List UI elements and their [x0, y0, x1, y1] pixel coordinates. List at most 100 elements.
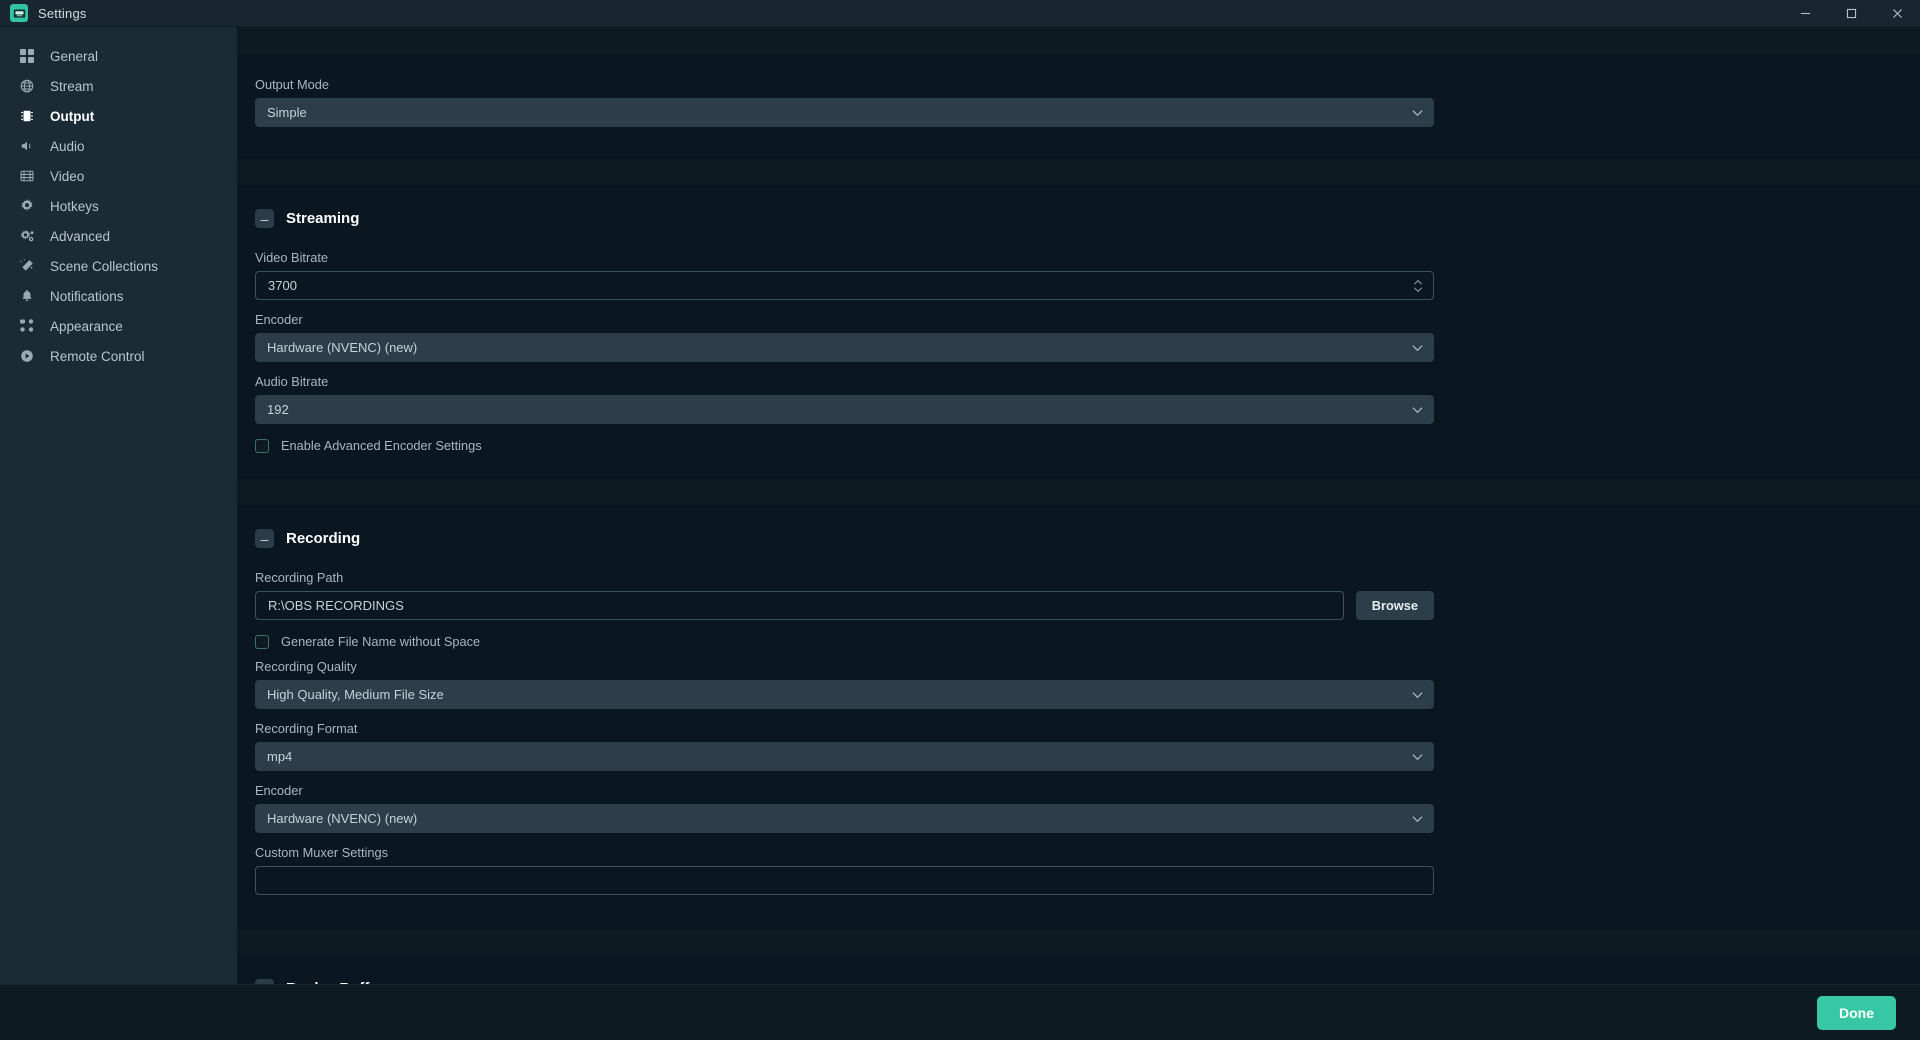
browse-button[interactable]: Browse [1355, 591, 1434, 620]
streaming-section-header: – Streaming [237, 209, 1920, 228]
sidebar-item-label: Video [50, 168, 85, 184]
obs-logo-icon [10, 4, 28, 22]
generate-filename-without-space-label: Generate File Name without Space [281, 634, 481, 649]
window-controls [1782, 0, 1920, 26]
custom-muxer-settings-label: Custom Muxer Settings [255, 845, 388, 860]
recording-encoder-field: Encoder Hardware (NVENC) (new) [255, 783, 1434, 833]
recording-path-field: Recording Path R:\OBS RECORDINGS Browse [255, 570, 1434, 620]
video-bitrate-input[interactable]: 3700 [255, 271, 1434, 300]
recording-section-header: – Recording [237, 529, 1920, 548]
audio-bitrate-field: Audio Bitrate 192 [255, 374, 1434, 424]
sidebar-item-label: Audio [50, 138, 85, 154]
recording-format-field: Recording Format mp4 [255, 721, 1434, 771]
dialog-footer: Done [0, 984, 1920, 1040]
window-body: General Stream Output Audio Video Hotkey… [0, 27, 1920, 984]
chevron-down-icon [1412, 815, 1423, 822]
minimize-icon[interactable] [1782, 0, 1828, 26]
gears-icon [18, 227, 36, 245]
recording-card: – Recording Recording Path R:\OBS RECORD… [237, 505, 1920, 929]
recording-format-select[interactable]: mp4 [255, 742, 1434, 771]
sidebar-item-label: Advanced [50, 228, 111, 244]
bell-icon [18, 287, 36, 305]
settings-sidebar: General Stream Output Audio Video Hotkey… [0, 27, 237, 984]
collapse-toggle-streaming[interactable]: – [255, 209, 274, 228]
collapse-toggle-replay-buffer[interactable]: – [255, 979, 274, 984]
advanced-encoder-settings-checkbox-row[interactable]: Enable Advanced Encoder Settings [255, 438, 1434, 453]
sidebar-item-label: Output [50, 108, 95, 124]
chevron-down-icon [1412, 109, 1423, 116]
sidebar-item-stream[interactable]: Stream [0, 71, 237, 101]
streaming-encoder-value: Hardware (NVENC) (new) [267, 340, 418, 355]
streaming-encoder-field: Encoder Hardware (NVENC) (new) [255, 312, 1434, 362]
recording-path-value: R:\OBS RECORDINGS [268, 598, 404, 613]
generate-filename-without-space-checkbox-row[interactable]: Generate File Name without Space [255, 634, 1434, 649]
output-mode-label: Output Mode [255, 77, 329, 92]
advanced-encoder-settings-label: Enable Advanced Encoder Settings [281, 438, 482, 453]
audio-bitrate-value: 192 [267, 402, 289, 417]
streaming-encoder-label: Encoder [255, 312, 303, 327]
done-button[interactable]: Done [1817, 995, 1896, 1030]
sidebar-item-label: Hotkeys [50, 198, 99, 214]
chevron-down-icon [1412, 691, 1423, 698]
sidebar-item-notifications[interactable]: Notifications [0, 281, 237, 311]
magic-wand-icon [18, 257, 36, 275]
gear-icon [18, 197, 36, 215]
sidebar-item-video[interactable]: Video [0, 161, 237, 191]
film-icon [18, 167, 36, 185]
replay-buffer-card: – Replay Buffer Enable Replay Buffer [237, 955, 1920, 984]
sidebar-item-output[interactable]: Output [0, 101, 237, 131]
sidebar-item-scene-collections[interactable]: Scene Collections [0, 251, 237, 281]
title-bar: Settings [0, 0, 1920, 27]
recording-path-label: Recording Path [255, 570, 344, 585]
grid-icon [18, 47, 36, 65]
output-mode-value: Simple [267, 105, 307, 120]
sidebar-item-general[interactable]: General [0, 41, 237, 71]
spinner-arrows-icon[interactable] [1413, 278, 1423, 294]
output-mode-field: Output Mode Simple [255, 77, 1434, 127]
streaming-encoder-select[interactable]: Hardware (NVENC) (new) [255, 333, 1434, 362]
sidebar-item-hotkeys[interactable]: Hotkeys [0, 191, 237, 221]
chevron-down-icon [1412, 344, 1423, 351]
close-icon[interactable] [1874, 0, 1920, 26]
sidebar-item-audio[interactable]: Audio [0, 131, 237, 161]
output-mode-select[interactable]: Simple [255, 98, 1434, 127]
sidebar-item-label: Remote Control [50, 348, 145, 364]
recording-quality-label: Recording Quality [255, 659, 357, 674]
sidebar-item-appearance[interactable]: Appearance [0, 311, 237, 341]
video-bitrate-label: Video Bitrate [255, 250, 329, 265]
speaker-icon [18, 137, 36, 155]
maximize-icon[interactable] [1828, 0, 1874, 26]
recording-format-value: mp4 [267, 749, 293, 764]
recording-encoder-select[interactable]: Hardware (NVENC) (new) [255, 804, 1434, 833]
chip-icon [18, 107, 36, 125]
recording-path-input[interactable]: R:\OBS RECORDINGS [255, 591, 1344, 620]
audio-bitrate-label: Audio Bitrate [255, 374, 329, 389]
recording-quality-value: High Quality, Medium File Size [267, 687, 444, 702]
replay-buffer-section-title: Replay Buffer [286, 980, 384, 984]
video-bitrate-field: Video Bitrate 3700 [255, 250, 1434, 300]
recording-encoder-value: Hardware (NVENC) (new) [267, 811, 418, 826]
recording-quality-select[interactable]: High Quality, Medium File Size [255, 680, 1434, 709]
recording-encoder-label: Encoder [255, 783, 303, 798]
output-mode-card: Output Mode Simple [237, 55, 1920, 159]
chevron-down-icon [1412, 753, 1423, 760]
sidebar-item-advanced[interactable]: Advanced [0, 221, 237, 251]
sidebar-item-label: Appearance [50, 318, 123, 334]
streaming-card: – Streaming Video Bitrate 3700 Encoder H… [237, 185, 1920, 479]
checkbox-icon[interactable] [255, 634, 269, 649]
recording-format-label: Recording Format [255, 721, 358, 736]
recording-path-row: R:\OBS RECORDINGS Browse [255, 591, 1434, 620]
checkbox-icon[interactable] [255, 438, 269, 453]
sidebar-item-label: Notifications [50, 288, 124, 304]
settings-content-pane[interactable]: Output Mode Simple – Streaming Video Bit… [237, 27, 1920, 984]
sidebar-item-label: General [50, 48, 99, 64]
custom-muxer-settings-field: Custom Muxer Settings [255, 845, 1434, 895]
recording-quality-field: Recording Quality High Quality, Medium F… [255, 659, 1434, 709]
collapse-toggle-recording[interactable]: – [255, 529, 274, 548]
streaming-section-title: Streaming [286, 210, 360, 227]
custom-muxer-settings-input[interactable] [255, 866, 1434, 895]
replay-buffer-section-header: – Replay Buffer [237, 979, 1920, 984]
audio-bitrate-select[interactable]: 192 [255, 395, 1434, 424]
sidebar-item-remote-control[interactable]: Remote Control [0, 341, 237, 371]
dots-grid-icon [18, 317, 36, 335]
